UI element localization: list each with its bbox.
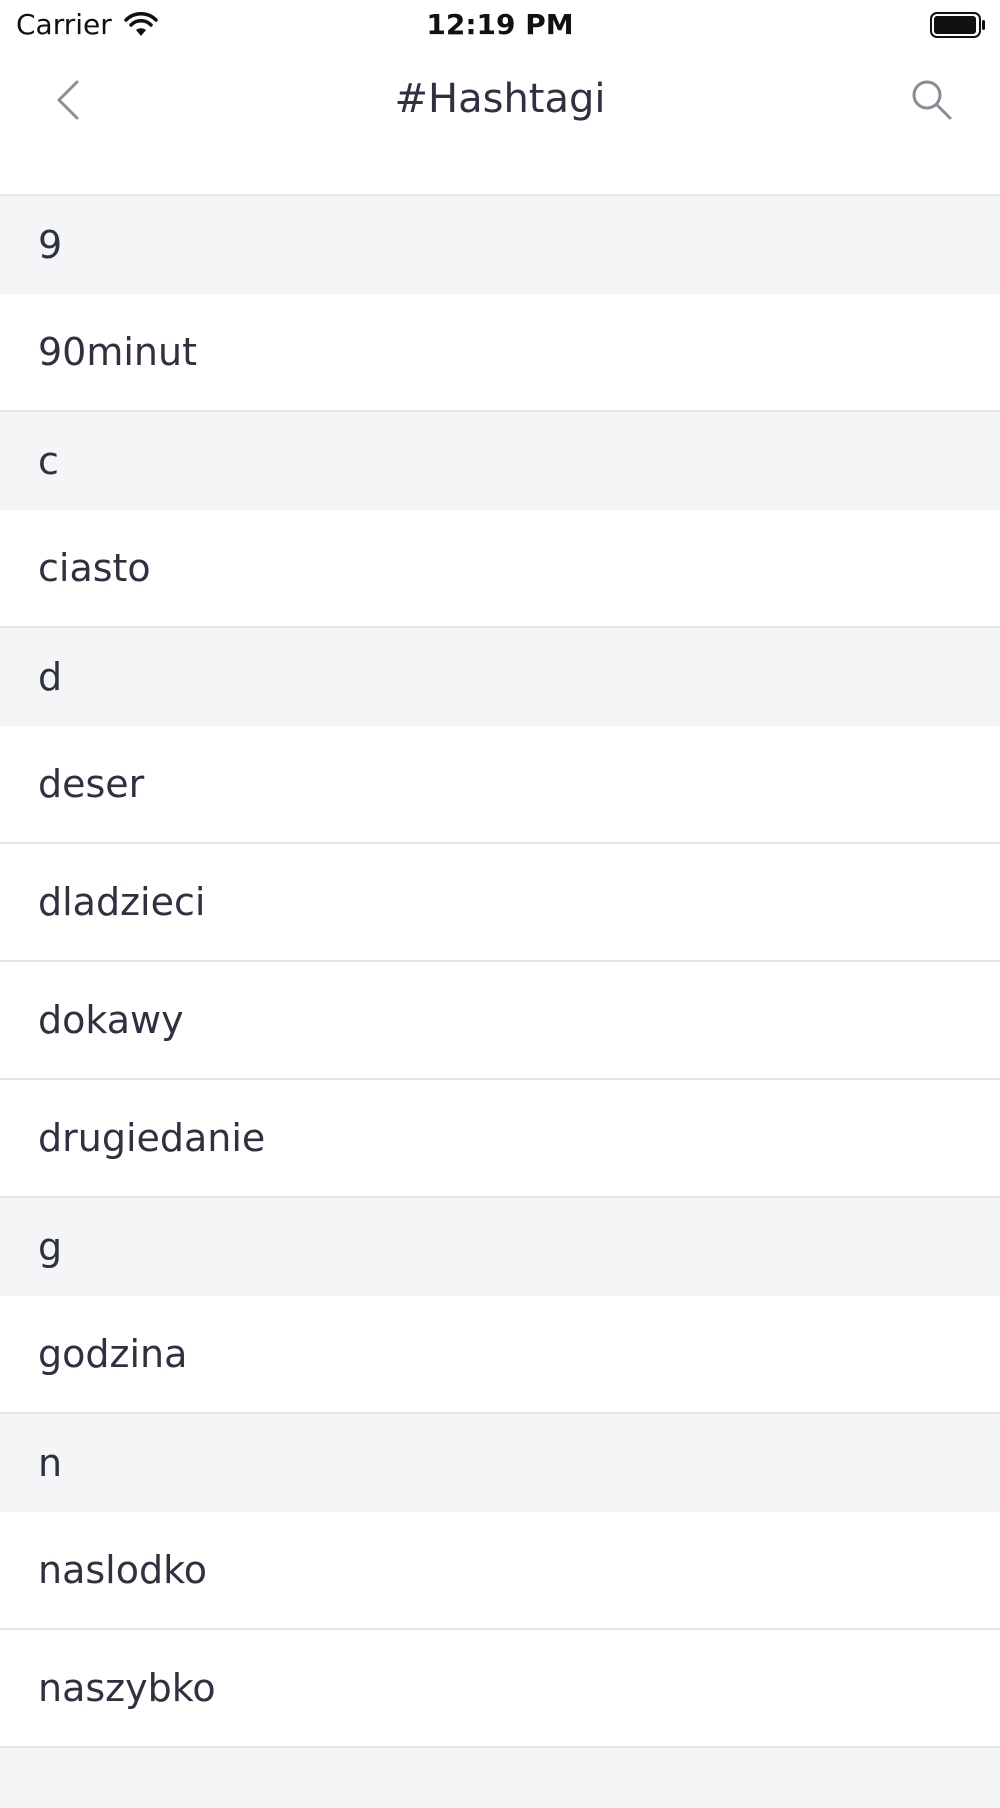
hashtag-row[interactable]: dladzieci xyxy=(0,844,1000,962)
hashtag-row[interactable]: deser xyxy=(0,726,1000,844)
section-header: n xyxy=(0,1414,1000,1512)
hashtag-row[interactable]: naslodko xyxy=(0,1512,1000,1630)
hashtag-row[interactable]: ciasto xyxy=(0,510,1000,628)
search-icon xyxy=(912,80,952,120)
hashtag-row[interactable]: drugiedanie xyxy=(0,1080,1000,1198)
section-header-partial xyxy=(0,1748,1000,1808)
status-bar: Carrier 12:19 PM xyxy=(0,0,1000,50)
search-button[interactable] xyxy=(902,70,962,130)
section-header: g xyxy=(0,1198,1000,1296)
navigation-bar: #Hashtagi xyxy=(0,50,1000,194)
section-header: c xyxy=(0,412,1000,510)
section-header: d xyxy=(0,628,1000,726)
hashtag-list: 9 90minut c ciasto d deser dladzieci dokawy drug… xyxy=(0,194,1000,1808)
hashtag-row[interactable]: dokawy xyxy=(0,962,1000,1080)
hashtag-row[interactable]: godzina xyxy=(0,1296,1000,1414)
page-title: #Hashtagi xyxy=(394,76,606,122)
hashtag-row[interactable]: 90minut xyxy=(0,294,1000,412)
section-header: 9 xyxy=(0,196,1000,294)
battery-icon xyxy=(930,12,985,38)
status-time: 12:19 PM xyxy=(426,8,574,41)
hashtag-row[interactable]: naszybko xyxy=(0,1630,1000,1748)
